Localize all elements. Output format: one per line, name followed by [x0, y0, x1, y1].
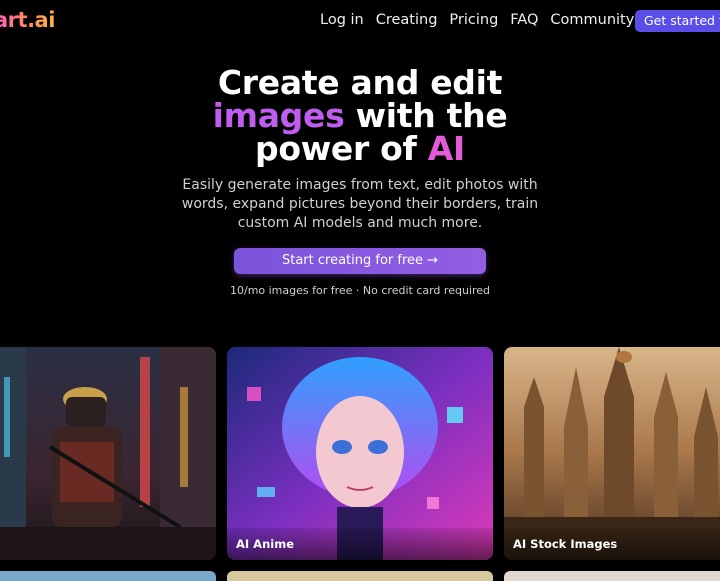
nav-pricing-link[interactable]: Pricing	[449, 12, 498, 28]
card-label-ai-stock-images: AI Stock Images	[504, 528, 720, 560]
hero-highlight-ai: AI	[427, 129, 466, 168]
gallery-card-next-row-2[interactable]	[227, 571, 493, 581]
hero-title-line3: power of AI	[0, 132, 720, 165]
get-started-button[interactable]: Get started for free	[635, 10, 720, 32]
start-creating-button[interactable]: Start creating for free →	[234, 248, 486, 274]
samurai-city-image	[0, 347, 216, 560]
hero-title: Create and edit images with the power of…	[0, 66, 720, 165]
hero-title-line2: images with the	[0, 99, 720, 132]
nav-creating-link[interactable]: Creating	[376, 12, 438, 28]
nav-faq-link[interactable]: FAQ	[510, 12, 538, 28]
free-tier-note: 10/mo images for free · No credit card r…	[229, 284, 491, 297]
card-label-ai-anime: AI Anime	[227, 528, 493, 560]
gallery-card-ai-anime[interactable]: AI Anime	[227, 347, 493, 560]
gallery-card-next-row-1[interactable]	[0, 571, 216, 581]
gallery-card-ai-stock-images[interactable]: AI Stock Images	[504, 347, 720, 560]
hero-subtitle: Easily generate images from text, edit p…	[181, 177, 539, 231]
nav-community-label: Community	[550, 12, 635, 28]
hero-title-line3-rest: power of	[255, 129, 428, 168]
brand-logo[interactable]: art.ai	[0, 8, 55, 32]
nav-login-link[interactable]: Log in	[320, 12, 364, 28]
hero-title-line1: Create and edit	[217, 63, 503, 102]
gallery-card-next-row-3[interactable]	[504, 571, 720, 581]
gallery-card-samurai[interactable]	[0, 347, 216, 560]
